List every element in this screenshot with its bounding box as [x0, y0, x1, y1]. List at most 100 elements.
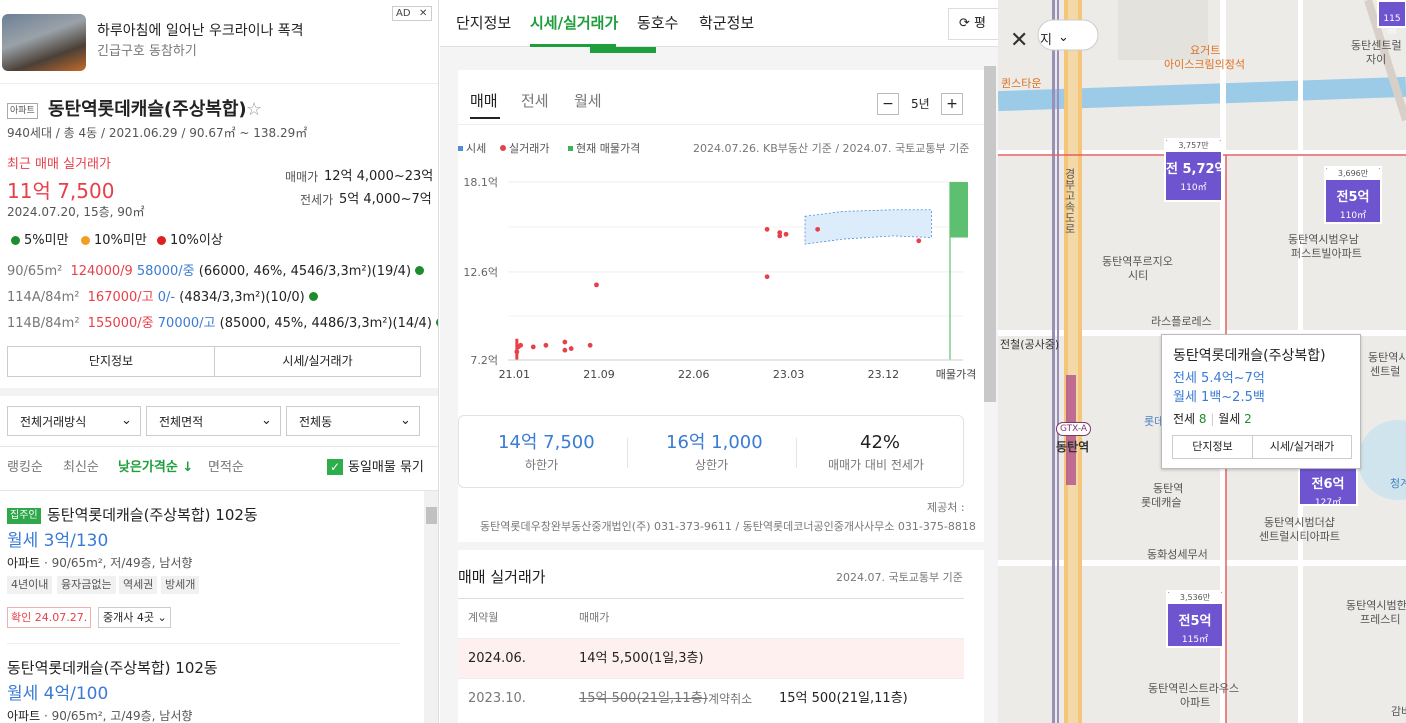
jeonse-range: 5억 4,000~7억: [339, 192, 432, 207]
tab-complex-info[interactable]: 단지정보: [456, 16, 511, 31]
price-tab-wolse[interactable]: 월세: [574, 94, 602, 109]
map-label: 동탄역린스트라우스: [1148, 682, 1240, 695]
recent-price: 11억 7,500: [7, 179, 115, 203]
map-label: 자이: [1366, 53, 1387, 66]
tab-price[interactable]: 시세/실거래가: [530, 16, 618, 31]
map-label: 프레스티: [1360, 613, 1401, 626]
legend-square-green: [568, 146, 573, 151]
status-dot-green: [415, 266, 425, 275]
map-price-pin[interactable]: 3,757만 전 5,72억 110㎡: [1164, 138, 1227, 202]
chevron-down-icon: ⌄: [400, 413, 411, 428]
price-tab-jeonse[interactable]: 전세: [521, 94, 549, 109]
refresh-button[interactable]: ⟳ 평: [948, 8, 998, 40]
legend-dot-orange: [81, 236, 90, 245]
chart-legend-label: 현재 매물가격: [576, 142, 641, 155]
popup-info-button[interactable]: 단지정보: [1172, 435, 1253, 459]
list-item[interactable]: 집주인 동탄역롯데캐슬(주상복합) 102동 월세 3억/130 아파트 · 9…: [0, 491, 422, 644]
list-scrollbar[interactable]: [424, 491, 438, 723]
summary-box: 14억 7,500 하한가 16억 1,000 상한가 42% 매매가 대비 전…: [458, 415, 964, 488]
map[interactable]: ✕ 지 ⌄ 요거트 아이스크림의정석 퀸스타운 경부고속도로 동탄역푸르지오 시…: [998, 0, 1406, 723]
popup-jeonse: 전세 5.4억~7억: [1173, 371, 1265, 386]
list-item[interactable]: 동탄역롯데캐슬(주상복합) 102동 월세 4억/100 아파트 · 90/65…: [0, 644, 422, 723]
map-label: 동탄센트럴: [1351, 39, 1402, 52]
star-icon[interactable]: ☆: [246, 101, 262, 119]
complex-info-button[interactable]: 단지정보: [7, 346, 215, 377]
legend-dot-red: [157, 236, 166, 245]
high-price: 16억 1,000: [666, 432, 763, 453]
ad-title: 하루아침에 일어난 우크라이나 폭격: [97, 23, 304, 39]
high-price-label: 상한가: [695, 458, 729, 472]
trade-type-filter[interactable]: 전체거래방식 ⌄: [7, 406, 141, 436]
detail-scrollbar[interactable]: [984, 66, 996, 402]
provider-label: 제공처 :: [927, 501, 965, 514]
recent-detail: 2024.07.20, 15층, 90㎡: [7, 205, 145, 219]
y-tick-label: 18.1억: [463, 176, 498, 189]
map-label: 감바: [1391, 705, 1406, 718]
map-label: 시티: [1128, 269, 1149, 282]
period-minus-button[interactable]: −: [877, 93, 899, 115]
tab-school[interactable]: 학군정보: [699, 16, 754, 31]
divider: [0, 388, 438, 396]
chart-source: 2024.07.26. KB부동산 기준 / 2024.07. 국토교통부 기준: [693, 142, 970, 155]
price-button[interactable]: 시세/실거래가: [214, 346, 421, 377]
ratio-row: 90/65m² 124000/9 58000/중 (66000, 46%, 45…: [7, 260, 437, 279]
ad-banner[interactable]: 하루아침에 일어난 우크라이나 폭격 긴급구호 동참하기 AD ✕: [0, 0, 438, 84]
map-price-pin[interactable]: 115㎡: [1377, 0, 1406, 37]
type-tag: 아파트: [7, 103, 38, 119]
x-tick-label: 22.06: [678, 368, 710, 381]
price-tab-sale[interactable]: 매매: [470, 94, 498, 109]
map-label: 청계: [1390, 477, 1406, 490]
ad-subtitle: 긴급구호 동참하기: [97, 44, 197, 59]
deal-point: [764, 274, 770, 280]
map-label: 동탄역푸르지오: [1102, 255, 1173, 268]
period-plus-button[interactable]: +: [941, 93, 963, 115]
popup-title: 동탄역롯데캐슬(주상복합): [1173, 348, 1326, 364]
ratio-label: 매매가 대비 전세가: [828, 458, 924, 472]
tab-unit[interactable]: 동호수: [637, 16, 678, 31]
price-chart[interactable]: 18.1억 12.6억 7.2억21.01 21.09 22.06 23.03 23.12 매…: [458, 165, 984, 395]
group-checkbox[interactable]: ✓: [327, 459, 343, 475]
area-filter[interactable]: 전체면적 ⌄: [146, 406, 281, 436]
listing-title: 동탄역롯데캐슬(주상복합) 102동: [7, 659, 218, 677]
feature-tag: 융자금없는: [57, 576, 116, 594]
map-label: 동탄역시범더샵: [1264, 516, 1335, 529]
divider: [796, 438, 797, 468]
sort-latest[interactable]: 최신순: [63, 461, 99, 474]
deal-point: [587, 342, 593, 348]
sort-ranking[interactable]: 랭킹순: [7, 461, 43, 474]
sort-area[interactable]: 면적순: [208, 461, 244, 474]
deal-point: [783, 231, 789, 237]
complex-popup[interactable]: 동탄역롯데캐슬(주상복합) 전세 5.4억~7억 월세 1백~2.5백 전세 8…: [1161, 334, 1361, 469]
chevron-down-icon: ⌄: [121, 413, 132, 428]
chevron-down-icon: ⌄: [1058, 30, 1069, 45]
agent-count-dropdown[interactable]: 중개사 4곳 ⌄: [98, 607, 171, 628]
complex-meta: 940세대 / 총 4동 / 2021.06.29 / 90.67㎡ ~ 138…: [7, 126, 308, 140]
map-label: 센트럴시티아파트: [1259, 530, 1340, 543]
popup-price-button[interactable]: 시세/실거래가: [1252, 435, 1352, 459]
listing-title: 동탄역롯데캐슬(주상복합) 102동: [47, 506, 258, 524]
map-price-pin[interactable]: 3,536만 전5억 115㎡: [1166, 590, 1224, 648]
deal-point: [568, 346, 574, 351]
deal-row[interactable]: 2024.06. 14억 5,500(1일,3층): [458, 638, 964, 678]
map-label: 전철(공사중): [1000, 338, 1060, 351]
building-filter[interactable]: 전체동 ⌄: [286, 406, 420, 436]
divider: [458, 124, 984, 125]
legend-dot-green: [11, 236, 20, 245]
deal-point: [543, 342, 549, 348]
map-label: 퀸스타운: [1001, 77, 1042, 90]
popup-counts: 전세 8 | 월세 2: [1173, 412, 1252, 426]
map-label: 아파트: [1180, 696, 1211, 709]
map-filter-label[interactable]: 지: [1040, 34, 1052, 47]
map-price-pin[interactable]: 3,696만 전5억 110㎡: [1324, 166, 1382, 224]
deals-basis: 2024.07. 국토교통부 기준: [836, 571, 963, 584]
ratio-row: 114A/84m² 167000/고 0/- (4834/3,3m²)(10/0…: [7, 286, 437, 305]
listing-panel: 하루아침에 일어난 우크라이나 폭격 긴급구호 동참하기 AD ✕ 아파트 동탄역…: [0, 0, 439, 723]
map-label: 롯데캐슬: [1141, 496, 1182, 509]
sort-low-price[interactable]: 낮은가격순 ↓: [118, 461, 193, 474]
map-label: 동화성세무서: [1147, 548, 1208, 561]
jeonse-label: 전세가: [300, 193, 334, 207]
deal-row[interactable]: 2023.10. 15억 500(21일,11층) 계약취소 15억 500(2…: [458, 678, 964, 718]
close-icon[interactable]: ✕: [419, 7, 427, 20]
close-icon[interactable]: ✕: [1010, 30, 1028, 52]
divider: [627, 438, 628, 468]
